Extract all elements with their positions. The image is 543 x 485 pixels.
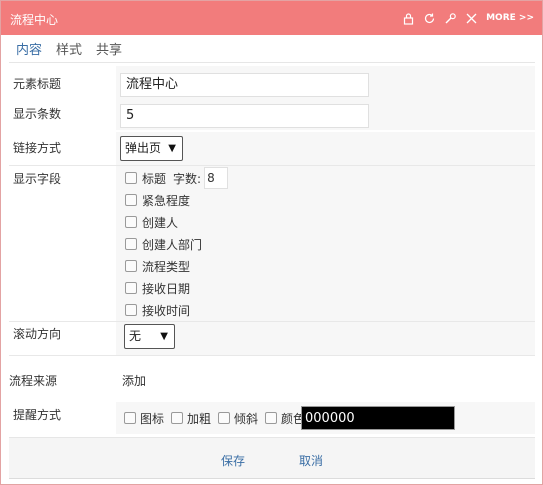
save-button[interactable]: 保存: [221, 452, 245, 469]
display-fields-label: 显示字段: [13, 172, 62, 186]
flow-source-label: 流程来源: [9, 374, 58, 388]
flow-source-field-area: 添加: [116, 356, 535, 400]
receive-time-option-label: 接收时间: [142, 303, 191, 318]
bold-remind-checkbox[interactable]: [171, 412, 184, 424]
title-checkbox[interactable]: [125, 172, 137, 184]
display-count-label: 显示条数: [13, 107, 62, 121]
char-count-input[interactable]: 8: [204, 167, 229, 189]
tab-style[interactable]: 样式: [56, 40, 82, 62]
refresh-icon[interactable]: [423, 12, 436, 25]
scroll-direction-label: 滚动方向: [13, 327, 62, 341]
element-title-label: 元素标题: [13, 77, 62, 91]
scroll-direction-field-area: 无 ▼: [116, 322, 535, 355]
tab-content[interactable]: 内容: [16, 40, 42, 62]
urgency-option-label: 紧急程度: [142, 193, 191, 208]
row-element-title: 元素标题 流程中心: [9, 66, 535, 98]
window-title: 流程中心: [10, 13, 59, 27]
icon-remind-checkbox[interactable]: [124, 412, 136, 424]
link-mode-select[interactable]: 弹出页 ▼: [120, 136, 183, 161]
receive-time-checkbox[interactable]: [125, 304, 137, 316]
more-link[interactable]: MORE >>: [486, 13, 534, 23]
creator-dept-option-label: 创建人部门: [142, 237, 203, 252]
row-display-count: 显示条数 5: [9, 98, 535, 130]
italic-remind-label: 倾斜: [234, 411, 259, 426]
receive-date-checkbox[interactable]: [125, 282, 137, 294]
tab-bar: 内容 样式 共享: [9, 39, 535, 63]
display-count-field-area: 5: [116, 98, 535, 130]
display-fields-area: 标题 字数: 8 紧急程度 创建人 创建人部门 流程类型 接收日期 接收时间: [116, 166, 535, 321]
scroll-direction-select[interactable]: 无 ▼: [124, 324, 175, 349]
field-option-receive-time: 接收时间: [125, 300, 190, 320]
row-link-mode: 链接方式 弹出页 ▼: [9, 132, 535, 166]
creator-option-label: 创建人: [142, 215, 179, 230]
char-count-label: 字数:: [173, 171, 202, 186]
urgency-checkbox[interactable]: [125, 194, 137, 206]
element-title-field-area: 流程中心: [116, 66, 535, 98]
receive-date-option-label: 接收日期: [142, 281, 191, 296]
dialog-footer: 保存 取消: [9, 437, 535, 479]
bold-remind-label: 加粗: [187, 411, 212, 426]
row-scroll-direction: 滚动方向 无 ▼: [9, 322, 535, 356]
row-remind-mode: 提醒方式 图标 加粗 倾斜 颜色 000000: [9, 402, 535, 434]
title-toolbar: MORE >>: [402, 1, 534, 35]
close-icon[interactable]: [465, 12, 478, 25]
tab-share[interactable]: 共享: [96, 40, 122, 62]
title-option-label: 标题: [142, 171, 167, 186]
italic-remind-checkbox[interactable]: [218, 412, 231, 424]
title-bar: 流程中心 MORE >>: [1, 1, 542, 35]
row-flow-source: 流程来源 添加: [9, 356, 535, 400]
field-option-flow-type: 流程类型: [125, 256, 190, 276]
dropdown-arrow-icon: ▼: [168, 143, 176, 154]
flow-type-option-label: 流程类型: [142, 259, 191, 274]
creator-dept-checkbox[interactable]: [125, 238, 137, 250]
scroll-direction-value: 无: [129, 329, 142, 343]
portal-element-dialog: 流程中心 MORE >> 内容 样式 共享 元素标题 流程中心 显示条数 5 链…: [0, 0, 543, 485]
field-option-creator: 创建人: [125, 212, 178, 232]
remind-mode-label: 提醒方式: [13, 408, 62, 422]
link-mode-value: 弹出页: [125, 141, 162, 155]
lock-icon[interactable]: [402, 12, 415, 25]
remind-mode-field-area: 图标 加粗 倾斜 颜色 000000: [116, 402, 535, 434]
wrench-icon[interactable]: [444, 12, 457, 25]
add-source-link[interactable]: 添加: [122, 372, 146, 389]
display-count-input[interactable]: 5: [120, 104, 369, 128]
field-option-title: 标题 字数: 8: [125, 167, 229, 189]
link-mode-field-area: 弹出页 ▼: [116, 132, 535, 165]
creator-checkbox[interactable]: [125, 216, 137, 228]
color-remind-checkbox[interactable]: [265, 412, 278, 424]
dropdown-arrow-icon: ▼: [160, 331, 168, 342]
link-mode-label: 链接方式: [13, 141, 62, 155]
row-display-fields: 显示字段 标题 字数: 8 紧急程度 创建人 创建人部门 流程类型 接收日期 接…: [9, 166, 535, 322]
element-title-input[interactable]: 流程中心: [120, 73, 369, 97]
cancel-button[interactable]: 取消: [299, 452, 323, 469]
flow-type-checkbox[interactable]: [125, 260, 137, 272]
field-option-creator-dept: 创建人部门: [125, 234, 202, 254]
remind-options: 图标 加粗 倾斜 颜色: [124, 408, 305, 428]
field-option-urgency: 紧急程度: [125, 190, 190, 210]
field-option-receive-date: 接收日期: [125, 278, 190, 298]
icon-remind-label: 图标: [140, 411, 165, 426]
color-value-input[interactable]: 000000: [301, 406, 455, 430]
